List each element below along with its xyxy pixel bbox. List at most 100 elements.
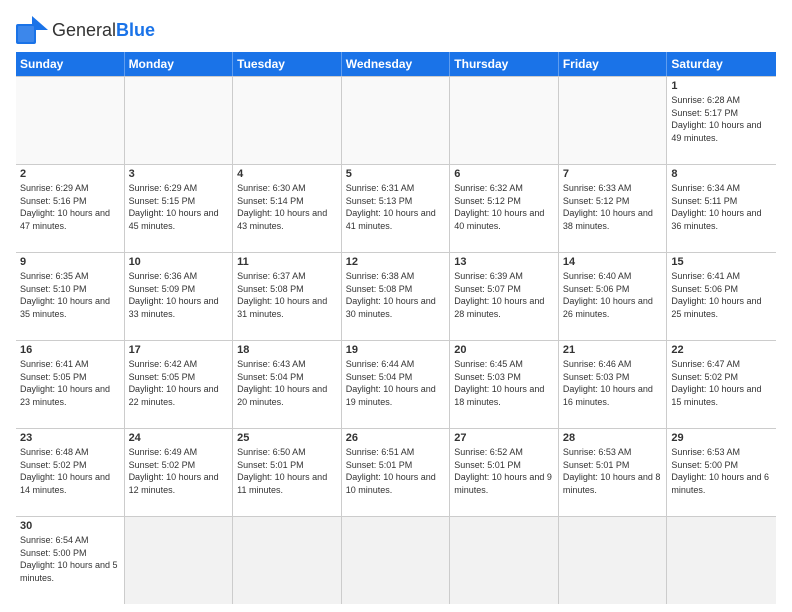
day-info: Sunrise: 6:36 AM Sunset: 5:09 PM Dayligh… [129,270,229,320]
day-info: Sunrise: 6:51 AM Sunset: 5:01 PM Dayligh… [346,446,446,496]
day-info: Sunrise: 6:47 AM Sunset: 5:02 PM Dayligh… [671,358,772,408]
header: GeneralBlue [16,16,776,44]
calendar-cell: 23 Sunrise: 6:48 AM Sunset: 5:02 PM Dayli… [16,429,125,516]
day-number: 5 [346,168,446,180]
day-info: Sunrise: 6:52 AM Sunset: 5:01 PM Dayligh… [454,446,554,496]
day-info: Sunrise: 6:53 AM Sunset: 5:00 PM Dayligh… [671,446,772,496]
header-day: Friday [559,52,668,76]
calendar-cell: 20 Sunrise: 6:45 AM Sunset: 5:03 PM Dayli… [450,341,559,428]
calendar-cell [125,517,234,604]
calendar-cell: 4 Sunrise: 6:30 AM Sunset: 5:14 PM Daylig… [233,165,342,252]
day-info: Sunrise: 6:49 AM Sunset: 5:02 PM Dayligh… [129,446,229,496]
calendar-cell: 22Sunrise: 6:47 AM Sunset: 5:02 PM Dayli… [667,341,776,428]
calendar-cell: 14 Sunrise: 6:40 AM Sunset: 5:06 PM Dayli… [559,253,668,340]
day-info: Sunrise: 6:42 AM Sunset: 5:05 PM Dayligh… [129,358,229,408]
calendar-cell: 3 Sunrise: 6:29 AM Sunset: 5:15 PM Daylig… [125,165,234,252]
day-info: Sunrise: 6:30 AM Sunset: 5:14 PM Dayligh… [237,182,337,232]
calendar-row: 2Sunrise: 6:29 AM Sunset: 5:16 PM Daylig… [16,165,776,253]
calendar-body: 1 Sunrise: 6:28 AM Sunset: 5:17 PM Daylig… [16,76,776,604]
calendar-cell: 7Sunrise: 6:33 AM Sunset: 5:12 PM Daylig… [559,165,668,252]
day-info: Sunrise: 6:34 AM Sunset: 5:11 PM Dayligh… [671,182,772,232]
day-number: 6 [454,168,554,180]
calendar-cell [233,77,342,164]
calendar-cell [559,77,668,164]
logo-icon [16,16,48,44]
day-info: Sunrise: 6:44 AM Sunset: 5:04 PM Dayligh… [346,358,446,408]
calendar-cell [342,77,451,164]
logo-text: GeneralBlue [52,20,155,41]
day-info: Sunrise: 6:41 AM Sunset: 5:05 PM Dayligh… [20,358,120,408]
calendar-cell: 2Sunrise: 6:29 AM Sunset: 5:16 PM Daylig… [16,165,125,252]
calendar-cell: 10 Sunrise: 6:36 AM Sunset: 5:09 PM Dayli… [125,253,234,340]
calendar: SundayMondayTuesdayWednesdayThursdayFrid… [16,52,776,604]
day-number: 20 [454,344,554,356]
day-number: 26 [346,432,446,444]
day-number: 1 [671,80,772,92]
day-info: Sunrise: 6:33 AM Sunset: 5:12 PM Dayligh… [563,182,663,232]
day-number: 14 [563,256,663,268]
day-info: Sunrise: 6:45 AM Sunset: 5:03 PM Dayligh… [454,358,554,408]
day-number: 9 [20,256,120,268]
calendar-cell: 18 Sunrise: 6:43 AM Sunset: 5:04 PM Dayli… [233,341,342,428]
day-info: Sunrise: 6:28 AM Sunset: 5:17 PM Dayligh… [671,94,772,144]
day-info: Sunrise: 6:31 AM Sunset: 5:13 PM Dayligh… [346,182,446,232]
calendar-cell: 8Sunrise: 6:34 AM Sunset: 5:11 PM Daylig… [667,165,776,252]
header-day: Saturday [667,52,776,76]
day-number: 19 [346,344,446,356]
header-day: Thursday [450,52,559,76]
calendar-cell [125,77,234,164]
day-info: Sunrise: 6:40 AM Sunset: 5:06 PM Dayligh… [563,270,663,320]
calendar-header: SundayMondayTuesdayWednesdayThursdayFrid… [16,52,776,76]
header-day: Sunday [16,52,125,76]
day-info: Sunrise: 6:53 AM Sunset: 5:01 PM Dayligh… [563,446,663,496]
calendar-cell: 25 Sunrise: 6:50 AM Sunset: 5:01 PM Dayli… [233,429,342,516]
day-info: Sunrise: 6:54 AM Sunset: 5:00 PM Dayligh… [20,534,120,584]
calendar-row: 16 Sunrise: 6:41 AM Sunset: 5:05 PM Dayli… [16,341,776,429]
calendar-cell [450,517,559,604]
day-number: 24 [129,432,229,444]
calendar-cell [559,517,668,604]
calendar-row: 1 Sunrise: 6:28 AM Sunset: 5:17 PM Daylig… [16,76,776,165]
calendar-row: 30Sunrise: 6:54 AM Sunset: 5:00 PM Dayli… [16,517,776,604]
calendar-cell: 13Sunrise: 6:39 AM Sunset: 5:07 PM Dayli… [450,253,559,340]
calendar-cell: 17 Sunrise: 6:42 AM Sunset: 5:05 PM Dayli… [125,341,234,428]
day-info: Sunrise: 6:48 AM Sunset: 5:02 PM Dayligh… [20,446,120,496]
page: GeneralBlue SundayMondayTuesdayWednesday… [0,0,792,612]
calendar-cell: 11Sunrise: 6:37 AM Sunset: 5:08 PM Dayli… [233,253,342,340]
day-info: Sunrise: 6:46 AM Sunset: 5:03 PM Dayligh… [563,358,663,408]
calendar-cell [342,517,451,604]
day-number: 27 [454,432,554,444]
day-number: 17 [129,344,229,356]
day-info: Sunrise: 6:39 AM Sunset: 5:07 PM Dayligh… [454,270,554,320]
day-info: Sunrise: 6:29 AM Sunset: 5:15 PM Dayligh… [129,182,229,232]
day-info: Sunrise: 6:32 AM Sunset: 5:12 PM Dayligh… [454,182,554,232]
calendar-cell: 1 Sunrise: 6:28 AM Sunset: 5:17 PM Daylig… [667,77,776,164]
day-info: Sunrise: 6:35 AM Sunset: 5:10 PM Dayligh… [20,270,120,320]
day-number: 10 [129,256,229,268]
day-number: 18 [237,344,337,356]
header-day: Wednesday [342,52,451,76]
calendar-cell: 16 Sunrise: 6:41 AM Sunset: 5:05 PM Dayli… [16,341,125,428]
day-number: 16 [20,344,120,356]
calendar-cell: 19 Sunrise: 6:44 AM Sunset: 5:04 PM Dayli… [342,341,451,428]
calendar-cell: 9 Sunrise: 6:35 AM Sunset: 5:10 PM Daylig… [16,253,125,340]
calendar-cell [16,77,125,164]
calendar-cell: 26 Sunrise: 6:51 AM Sunset: 5:01 PM Dayli… [342,429,451,516]
day-number: 15 [671,256,772,268]
day-info: Sunrise: 6:43 AM Sunset: 5:04 PM Dayligh… [237,358,337,408]
day-info: Sunrise: 6:29 AM Sunset: 5:16 PM Dayligh… [20,182,120,232]
day-info: Sunrise: 6:41 AM Sunset: 5:06 PM Dayligh… [671,270,772,320]
logo: GeneralBlue [16,16,155,44]
day-number: 25 [237,432,337,444]
day-number: 4 [237,168,337,180]
header-day: Tuesday [233,52,342,76]
calendar-cell: 15 Sunrise: 6:41 AM Sunset: 5:06 PM Dayli… [667,253,776,340]
day-number: 29 [671,432,772,444]
day-info: Sunrise: 6:50 AM Sunset: 5:01 PM Dayligh… [237,446,337,496]
day-number: 28 [563,432,663,444]
day-number: 23 [20,432,120,444]
calendar-cell [450,77,559,164]
calendar-cell: 5 Sunrise: 6:31 AM Sunset: 5:13 PM Daylig… [342,165,451,252]
day-number: 3 [129,168,229,180]
calendar-row: 23 Sunrise: 6:48 AM Sunset: 5:02 PM Dayli… [16,429,776,517]
